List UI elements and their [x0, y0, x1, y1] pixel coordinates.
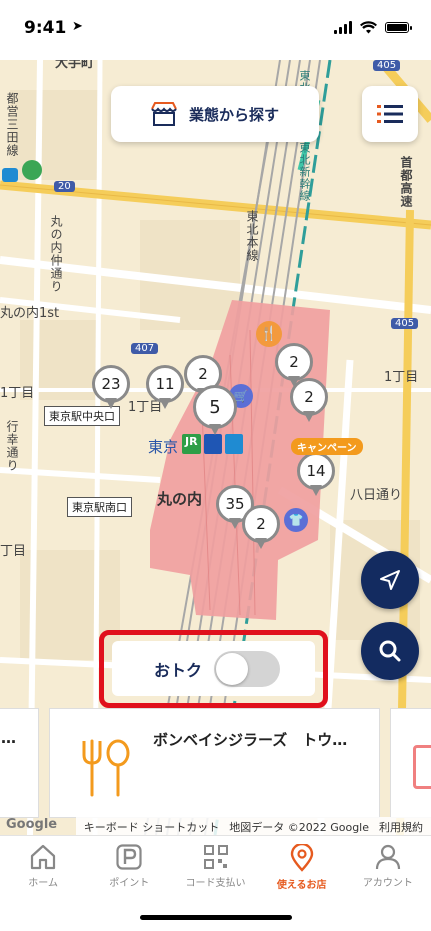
store-cluster-pin[interactable]: 5	[193, 385, 237, 437]
map-data-text: 地図データ ©2022 Google	[229, 821, 369, 834]
campaign-badge[interactable]: キャンペーン	[291, 438, 363, 455]
tab-label: ポイント	[109, 878, 150, 889]
store-card-name: …	[1, 729, 16, 747]
home-indicator	[140, 915, 292, 920]
metro-icon	[2, 168, 18, 182]
route-badge: 405	[391, 318, 419, 329]
map-label-gyoko-dori: 行幸通り	[5, 420, 19, 472]
tree-poi-icon	[22, 160, 42, 180]
cellular-signal-icon	[334, 21, 352, 34]
tab-point[interactable]: ポイント	[86, 836, 172, 896]
toggle-knob	[216, 652, 249, 685]
store-card[interactable]: ボンベイシジラーズ トウ…	[49, 708, 380, 818]
map-label-tohoku-line: 東北本線	[245, 210, 259, 262]
category-search-label: 業態から探す	[189, 105, 280, 124]
map-label-ichome-right: 1丁目	[384, 370, 419, 385]
clothing-poi-icon[interactable]: 👕	[284, 508, 308, 532]
map-label-tokyo: 東京	[148, 438, 179, 456]
map-label-ichome-left: 1丁目	[0, 386, 35, 401]
tab-label: 使えるお店	[276, 880, 327, 891]
home-indicator-area	[0, 895, 431, 931]
list-view-button[interactable]	[362, 86, 418, 142]
status-icons	[334, 21, 412, 34]
route-badge: 407	[131, 343, 159, 354]
store-thumbnail-icon	[413, 745, 431, 789]
map-label-mita-line: 都営三田線	[5, 92, 19, 157]
otoku-toggle-panel[interactable]: おトク	[112, 641, 315, 696]
map-label-marunouchi-1st: 丸の内1st	[0, 306, 60, 321]
qr-code-icon	[203, 845, 228, 869]
tab-label: アカウント	[362, 878, 413, 889]
search-icon	[379, 640, 401, 662]
restaurant-icon	[82, 739, 130, 797]
route-badge: 20	[54, 181, 75, 192]
map-pin-icon	[290, 844, 313, 872]
store-card[interactable]	[390, 708, 431, 818]
list-icon	[377, 105, 403, 123]
map-label-chome: 丁目	[0, 544, 27, 559]
tab-stores[interactable]: 使えるお店	[259, 836, 345, 896]
battery-icon	[385, 22, 412, 33]
home-icon	[30, 844, 56, 870]
map-label-yaesu-dori: 八日通り	[350, 488, 403, 503]
route-badge: 405	[373, 60, 401, 71]
point-icon	[116, 844, 142, 870]
store-card-name: ボンベイシジラーズ トウ…	[153, 731, 348, 749]
google-logo: Google	[6, 817, 58, 832]
location-arrow-icon: ➤	[72, 19, 83, 34]
category-search-button[interactable]: 業態から探す	[111, 86, 319, 142]
otoku-toggle-switch[interactable]	[214, 650, 281, 687]
store-card[interactable]: …	[0, 708, 39, 818]
station-label-south-exit: 東京駅南口	[67, 497, 132, 517]
search-button[interactable]	[361, 622, 419, 680]
store-cluster-pin[interactable]: 11	[146, 365, 184, 411]
map-label-shuto: 首都高速	[399, 156, 413, 208]
navigation-arrow-icon	[380, 570, 400, 590]
account-icon	[375, 844, 401, 870]
tab-label: コード支払い	[185, 878, 246, 889]
current-location-button[interactable]	[361, 551, 419, 609]
keyboard-shortcuts-link[interactable]: キーボード ショートカット	[84, 819, 220, 835]
bottom-tab-bar: ホーム ポイント コード支払い 使えるお店 アカウント	[0, 835, 431, 896]
wifi-icon	[360, 21, 377, 34]
tab-code-payment[interactable]: コード支払い	[172, 836, 258, 896]
tab-home[interactable]: ホーム	[0, 836, 86, 896]
map-label-marunouchi: 丸の内	[157, 490, 203, 508]
store-cluster-pin[interactable]: 23	[92, 365, 130, 411]
jr-station-icon: JR	[182, 434, 250, 454]
otoku-label: おトク	[154, 660, 203, 680]
tab-label: ホーム	[28, 878, 58, 889]
store-cluster-pin[interactable]: 2	[290, 378, 328, 424]
terms-link[interactable]: 利用規約	[379, 819, 423, 835]
cluster-count: 5	[193, 385, 237, 429]
status-time: 9:41	[24, 18, 67, 38]
tab-account[interactable]: アカウント	[345, 836, 431, 896]
store-cluster-pin[interactable]: 2	[242, 505, 280, 551]
map-attribution: Google キーボード ショートカット 地図データ ©2022 Google …	[0, 817, 431, 835]
otoku-highlight-frame: おトク	[99, 630, 328, 708]
map-label-marunouchi-dori: 丸の内仲通り	[49, 215, 63, 293]
store-icon	[151, 102, 177, 126]
store-cluster-pin[interactable]: 14	[297, 452, 335, 498]
map-label-otemachi: 大手町	[55, 60, 95, 71]
status-bar: 9:41 ➤	[0, 0, 431, 60]
